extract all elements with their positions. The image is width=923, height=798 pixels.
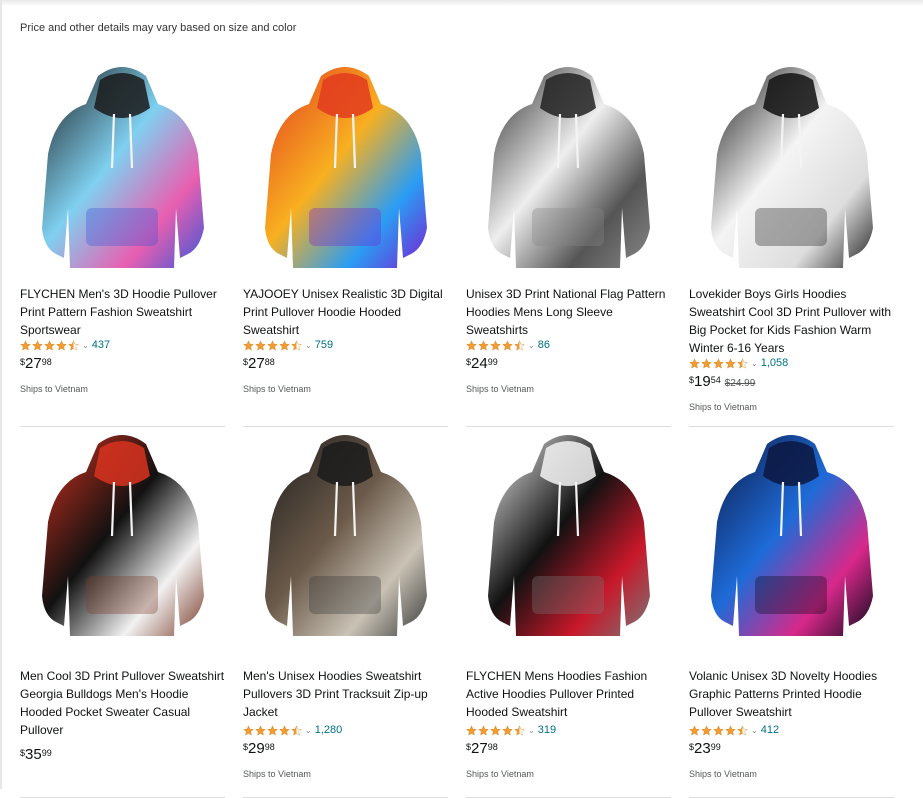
review-count[interactable]: 759 [315,339,333,351]
shipping-info: Ships to Vietnam [243,384,311,394]
review-count[interactable]: 1,058 [761,357,789,369]
product-title[interactable]: Men Cool 3D Print Pullover Sweatshirt Ge… [20,667,225,739]
product-title[interactable]: FLYCHEN Men's 3D Hoodie Pullover Print P… [20,285,225,339]
product-card[interactable]: Men's Unisex Hoodies Sweatshirt Pullover… [243,426,448,798]
price-fraction: 98 [487,742,498,752]
chevron-down-icon: ⌄ [305,725,312,735]
price-whole: 19 [694,373,711,390]
list-price: $24.99 [724,378,756,389]
product-rating[interactable]: ⌄ 319 [466,723,556,737]
shipping-info: Ships to Vietnam [243,769,311,779]
star-rating-icon [20,339,79,351]
chevron-down-icon: ⌄ [751,725,758,735]
product-price: $ 24 99 [466,356,498,372]
product-rating[interactable]: ⌄ 1,280 [243,723,342,737]
product-image[interactable] [466,58,671,276]
price-whole: 29 [248,740,265,757]
product-price: $ 27 98 [20,356,52,372]
product-image[interactable] [20,426,225,644]
shipping-info: Ships to Vietnam [466,384,534,394]
star-rating-icon [243,339,302,351]
product-title[interactable]: Lovekider Boys Girls Hoodies Sweatshirt … [689,285,894,357]
product-card[interactable]: FLYCHEN Men's 3D Hoodie Pullover Print P… [20,58,225,427]
chevron-down-icon: ⌄ [528,725,535,735]
star-rating-icon [466,339,525,351]
price-whole: 27 [471,740,488,757]
product-row: FLYCHEN Men's 3D Hoodie Pullover Print P… [20,58,900,427]
product-title[interactable]: Men's Unisex Hoodies Sweatshirt Pullover… [243,667,448,721]
product-card[interactable]: Volanic Unisex 3D Novelty Hoodies Graphi… [689,426,894,798]
product-card[interactable]: Lovekider Boys Girls Hoodies Sweatshirt … [689,58,894,427]
shipping-info: Ships to Vietnam [466,769,534,779]
product-card[interactable]: Men Cool 3D Print Pullover Sweatshirt Ge… [20,426,225,798]
price-fraction: 99 [710,742,721,752]
review-count[interactable]: 437 [92,339,110,351]
chevron-down-icon: ⌄ [528,340,535,350]
product-row: Men Cool 3D Print Pullover Sweatshirt Ge… [20,426,900,798]
price-fraction: 54 [710,375,721,385]
product-image[interactable] [689,426,894,644]
price-whole: 27 [248,355,265,372]
review-count[interactable]: 1,280 [315,724,343,736]
chevron-down-icon: ⌄ [751,358,758,368]
price-fraction: 88 [264,357,275,367]
product-price: $ 27 88 [243,356,275,372]
review-count[interactable]: 319 [538,724,556,736]
product-image[interactable] [243,426,448,644]
price-whole: 24 [471,355,488,372]
product-price: $ 29 98 [243,741,275,757]
product-rating[interactable]: ⌄ 1,058 [689,356,788,370]
product-price: $ 27 98 [466,741,498,757]
price-fraction: 98 [264,742,275,752]
price-fraction: 98 [41,357,52,367]
star-rating-icon [689,357,748,369]
chevron-down-icon: ⌄ [82,340,89,350]
top-shadow [0,0,923,6]
product-card[interactable]: FLYCHEN Mens Hoodies Fashion Active Hood… [466,426,671,798]
price-whole: 23 [694,740,711,757]
product-image[interactable] [466,426,671,644]
chevron-down-icon: ⌄ [305,340,312,350]
price-fraction: 99 [41,748,52,758]
product-title[interactable]: YAJOOEY Unisex Realistic 3D Digital Prin… [243,285,448,339]
star-rating-icon [243,724,302,736]
product-title[interactable]: FLYCHEN Mens Hoodies Fashion Active Hood… [466,667,671,721]
shipping-info: Ships to Vietnam [689,769,757,779]
shipping-info: Ships to Vietnam [20,384,88,394]
product-price: $ 35 99 [20,747,52,763]
product-title[interactable]: Unisex 3D Print National Flag Pattern Ho… [466,285,671,339]
product-rating[interactable]: ⌄ 437 [20,338,110,352]
shipping-info: Ships to Vietnam [689,402,757,412]
product-card[interactable]: YAJOOEY Unisex Realistic 3D Digital Prin… [243,58,448,427]
product-image[interactable] [20,58,225,276]
price-notice: Price and other details may vary based o… [20,22,297,34]
price-whole: 27 [25,355,42,372]
product-title[interactable]: Volanic Unisex 3D Novelty Hoodies Graphi… [689,667,894,721]
review-count[interactable]: 86 [538,339,550,351]
product-grid: FLYCHEN Men's 3D Hoodie Pullover Print P… [20,58,900,798]
product-card[interactable]: Unisex 3D Print National Flag Pattern Ho… [466,58,671,427]
product-price: $ 19 54 $24.99 [689,374,755,390]
product-rating[interactable]: ⌄ 86 [466,338,550,352]
product-image[interactable] [243,58,448,276]
star-rating-icon [466,724,525,736]
star-rating-icon [689,724,748,736]
price-whole: 35 [25,746,42,763]
price-fraction: 99 [487,357,498,367]
product-rating[interactable]: ⌄ 759 [243,338,333,352]
review-count[interactable]: 412 [761,724,779,736]
product-rating[interactable]: ⌄ 412 [689,723,779,737]
product-image[interactable] [689,58,894,276]
product-price: $ 23 99 [689,741,721,757]
left-border [0,0,2,789]
